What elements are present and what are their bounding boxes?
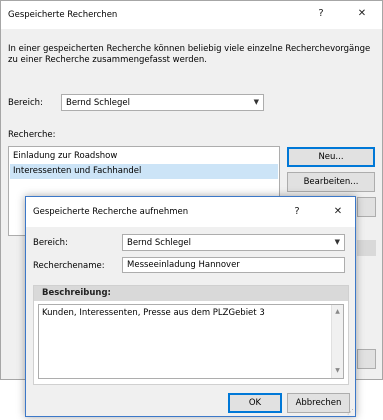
neu-button[interactable]: Neu... (287, 147, 375, 167)
beschreibung-label: Beschreibung: (42, 288, 111, 298)
ok-button[interactable]: OK (228, 393, 282, 413)
hidden-button[interactable] (357, 349, 376, 369)
saved-searches-titlebar: Gespeicherte Recherchen ? ✕ (1, 1, 382, 29)
beschreibung-textarea[interactable]: Kunden, Interessenten, Presse aus dem PL… (38, 304, 344, 379)
hidden-button[interactable] (357, 197, 376, 217)
recherchename-field[interactable]: Messeeinladung Hannover (122, 257, 345, 273)
cancel-button-label: Abbrechen (295, 398, 342, 408)
beschreibung-group: Beschreibung: Kunden, Interessenten, Pre… (33, 285, 349, 385)
bearbeiten-button[interactable]: Bearbeiten... (287, 172, 375, 192)
ok-button-label: OK (248, 398, 262, 408)
bereich-label: Bereich: (33, 238, 68, 248)
resize-grip-icon[interactable]: ⋰ (347, 408, 354, 416)
recherchename-label: Recherchename: (33, 261, 105, 271)
chevron-down-icon: ▼ (334, 238, 340, 246)
scroll-down-icon[interactable]: ▼ (332, 365, 343, 377)
list-item-label: Interessenten und Fachhandel (13, 166, 142, 176)
chevron-down-icon: ▼ (253, 98, 259, 106)
close-icon[interactable]: ✕ (327, 202, 349, 222)
help-icon[interactable]: ? (286, 202, 308, 222)
cancel-button[interactable]: Abbrechen (287, 393, 350, 413)
add-saved-search-titlebar: Gespeicherte Recherche aufnehmen ? ✕ (26, 197, 355, 227)
description-line-2: zu einer Recherche zusammengefasst werde… (8, 55, 207, 65)
bereich-label: Bereich: (8, 98, 43, 108)
recherche-label: Recherche: (8, 130, 56, 140)
scroll-up-icon[interactable]: ▲ (332, 306, 343, 318)
vertical-scrollbar[interactable]: ▲ ▼ (331, 305, 343, 378)
bereich-select[interactable]: Bernd Schlegel ▼ (122, 234, 345, 251)
help-icon[interactable]: ? (310, 4, 332, 24)
bearbeiten-button-label: Bearbeiten... (303, 177, 359, 187)
list-item-label: Einladung zur Roadshow (13, 151, 118, 161)
hidden-panel-header (357, 240, 376, 256)
beschreibung-header: Beschreibung: (34, 286, 348, 301)
saved-searches-title: Gespeicherte Recherchen (8, 10, 118, 20)
recherchename-value: Messeeinladung Hannover (127, 260, 240, 270)
add-saved-search-title: Gespeicherte Recherche aufnehmen (33, 207, 189, 217)
beschreibung-value: Kunden, Interessenten, Presse aus dem PL… (42, 308, 265, 318)
list-item[interactable]: Einladung zur Roadshow (10, 149, 278, 164)
list-item[interactable]: Interessenten und Fachhandel (10, 164, 278, 179)
bereich-select[interactable]: Bernd Schlegel ▼ (61, 94, 264, 111)
bereich-select-value: Bernd Schlegel (66, 98, 130, 108)
close-icon[interactable]: ✕ (351, 4, 373, 24)
neu-button-label: Neu... (318, 152, 344, 162)
bereich-select-value: Bernd Schlegel (127, 238, 191, 248)
add-saved-search-dialog: Gespeicherte Recherche aufnehmen ? ✕ Ber… (25, 196, 356, 417)
description-line-1: In einer gespeicherten Recherche können … (8, 44, 371, 54)
